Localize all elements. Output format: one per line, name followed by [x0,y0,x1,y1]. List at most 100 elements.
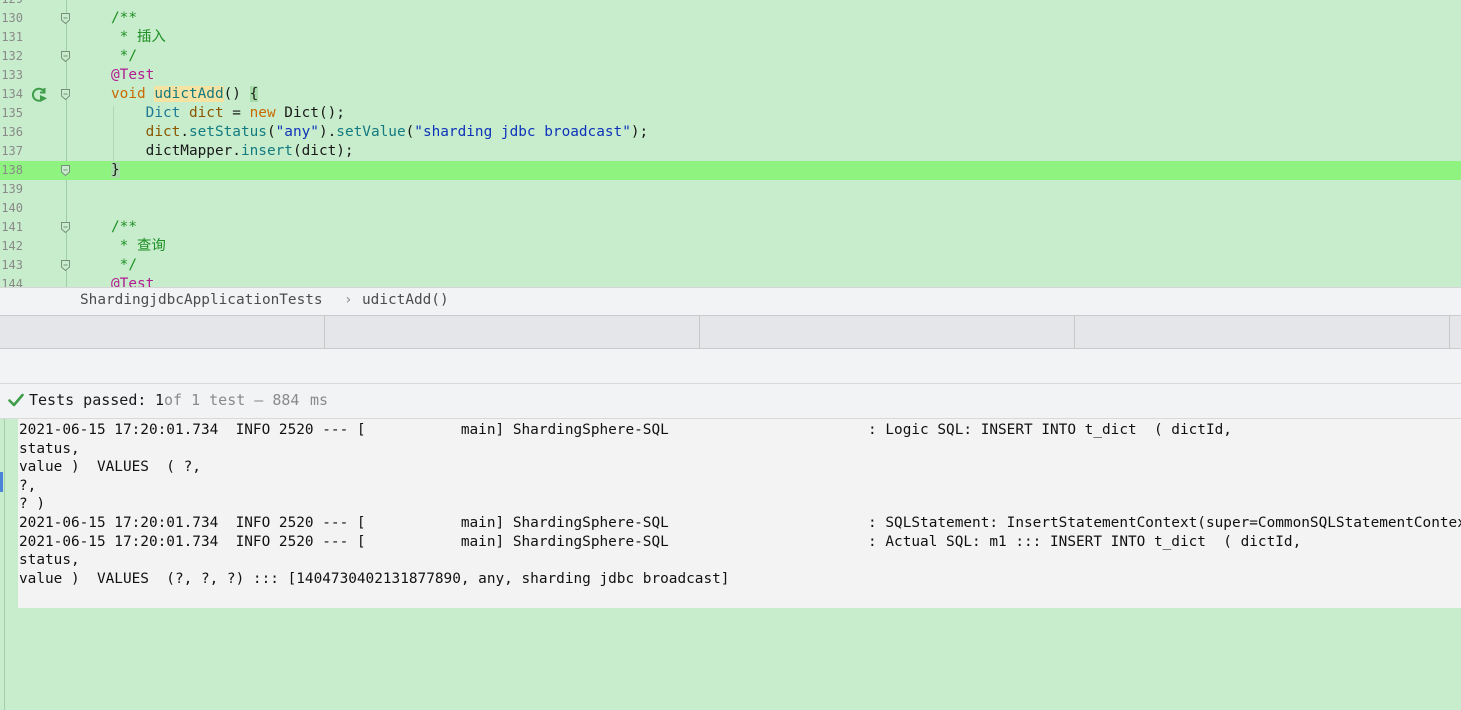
console-line: status, [19,440,80,457]
code-text: * 插入 [111,28,166,47]
console-line: ?, [19,477,37,494]
code-text: */ [111,47,137,66]
code-text: } [111,161,120,180]
line-number: 139 [1,182,23,196]
console-output[interactable]: 2021-06-15 17:20:01.734 INFO 2520 --- [ … [0,419,1461,710]
line-number: 137 [1,144,23,158]
code-text: void udictAdd() { [111,85,259,104]
line-number: 129 [0,0,23,9]
fold-icon[interactable] [61,222,70,233]
code-text: @Test [111,66,154,85]
breadcrumb-method[interactable]: udictAdd() [362,292,449,308]
tests-passed-label: Tests passed: [29,391,147,409]
code-token: = [223,105,250,121]
code-line[interactable]: 129 [0,0,1461,9]
code-token: ( [266,124,276,140]
code-line[interactable]: 136 dict.setStatus("any").setValue("shar… [0,123,1461,142]
code-token: } [111,162,120,178]
code-line[interactable]: 133 @Test [0,66,1461,85]
code-text: /** [111,9,137,28]
code-line[interactable]: 135 Dict dict = new Dict(); [0,104,1461,123]
code-line[interactable]: 131 * 插入 [0,28,1461,47]
run-test-icon[interactable] [31,86,48,103]
tab-4[interactable] [1075,316,1450,348]
fold-icon[interactable] [61,165,70,176]
line-number: 136 [1,125,23,139]
console-marker [0,472,3,492]
console-line: 2021-06-15 17:20:01.734 INFO 2520 --- [ … [19,514,1461,531]
check-icon [8,393,24,407]
tool-window-tabs [0,315,1461,349]
code-token: setValue [336,124,406,140]
console-log: 2021-06-15 17:20:01.734 INFO 2520 --- [ … [19,421,1461,588]
code-text: * 查询 [111,237,166,256]
tab-2[interactable] [325,316,700,348]
fold-icon[interactable] [61,260,70,271]
tab-1[interactable] [0,316,325,348]
code-line[interactable]: 137 dictMapper.insert(dict); [0,142,1461,161]
code-line[interactable]: 138} [0,161,1461,180]
tests-duration-unit: ms [310,391,329,409]
code-text: dictMapper.insert(dict); [111,142,354,161]
tab-3[interactable] [700,316,1075,348]
code-line[interactable]: 139 [0,180,1461,199]
toolbar-area [0,349,1461,383]
line-number: 142 [1,239,23,253]
code-token: dict [145,124,181,140]
code-token: . [180,124,189,140]
console-line: 2021-06-15 17:20:01.734 INFO 2520 --- [ … [19,422,1232,438]
code-token: */ [111,48,137,64]
console-line: ? ) [19,496,45,513]
code-token: (dict); [292,143,354,159]
code-token: void [111,86,155,102]
code-token: dict [188,105,224,121]
code-line[interactable]: 130 /** [0,9,1461,28]
code-text: dict.setStatus("any").setValue("sharding… [111,123,649,142]
tests-passed-count: 1 [155,391,165,409]
line-number: 133 [1,68,23,82]
console-gutter [0,419,5,710]
code-token: * 插入 [111,29,166,45]
breadcrumb: ShardingjdbcApplicationTests › udictAdd(… [0,287,1461,315]
line-number: 141 [1,220,23,234]
line-number: 135 [1,106,23,120]
fold-icon[interactable] [61,13,70,24]
line-number: 130 [1,11,23,25]
code-token: ); [630,124,649,140]
code-text: @Test [111,275,154,287]
code-token: udictAdd [154,86,224,102]
indent-guide [113,106,114,162]
code-token: */ [111,257,137,273]
code-token: { [249,86,259,102]
breadcrumb-class[interactable]: ShardingjdbcApplicationTests [80,292,323,308]
line-number: 138 [1,163,23,177]
code-line[interactable]: 143 */ [0,256,1461,275]
line-number: 134 [1,87,23,101]
code-line[interactable]: 144 @Test [0,275,1461,287]
line-number: 132 [1,49,23,63]
fold-icon[interactable] [61,89,70,100]
code-token: @Test [111,67,155,83]
code-line[interactable]: 132 */ [0,47,1461,66]
code-line[interactable]: 142 * 查询 [0,237,1461,256]
code-token: /** [111,10,137,26]
code-token: setStatus [188,124,267,140]
code-line[interactable]: 140 [0,199,1461,218]
code-text: Dict dict = new Dict(); [111,104,345,123]
code-token: * 查询 [111,238,166,254]
line-number: 131 [1,30,23,44]
line-number: 140 [1,201,23,215]
code-token: insert [240,143,293,159]
code-token: /** [111,219,137,235]
test-status-bar: Tests passed: 1 of 1 test – 884 ms [0,383,1461,419]
code-line[interactable]: 134 void udictAdd() { [0,85,1461,104]
fold-icon[interactable] [61,51,70,62]
code-text: /** [111,218,137,237]
code-editor[interactable]: 129130/**131 * 插入132 */133@Test134void u… [0,0,1461,287]
tests-passed-detail: of 1 test – 884 [164,391,300,409]
code-token: ( [405,124,415,140]
line-number: 144 [1,277,23,287]
code-line[interactable]: 141 /** [0,218,1461,237]
